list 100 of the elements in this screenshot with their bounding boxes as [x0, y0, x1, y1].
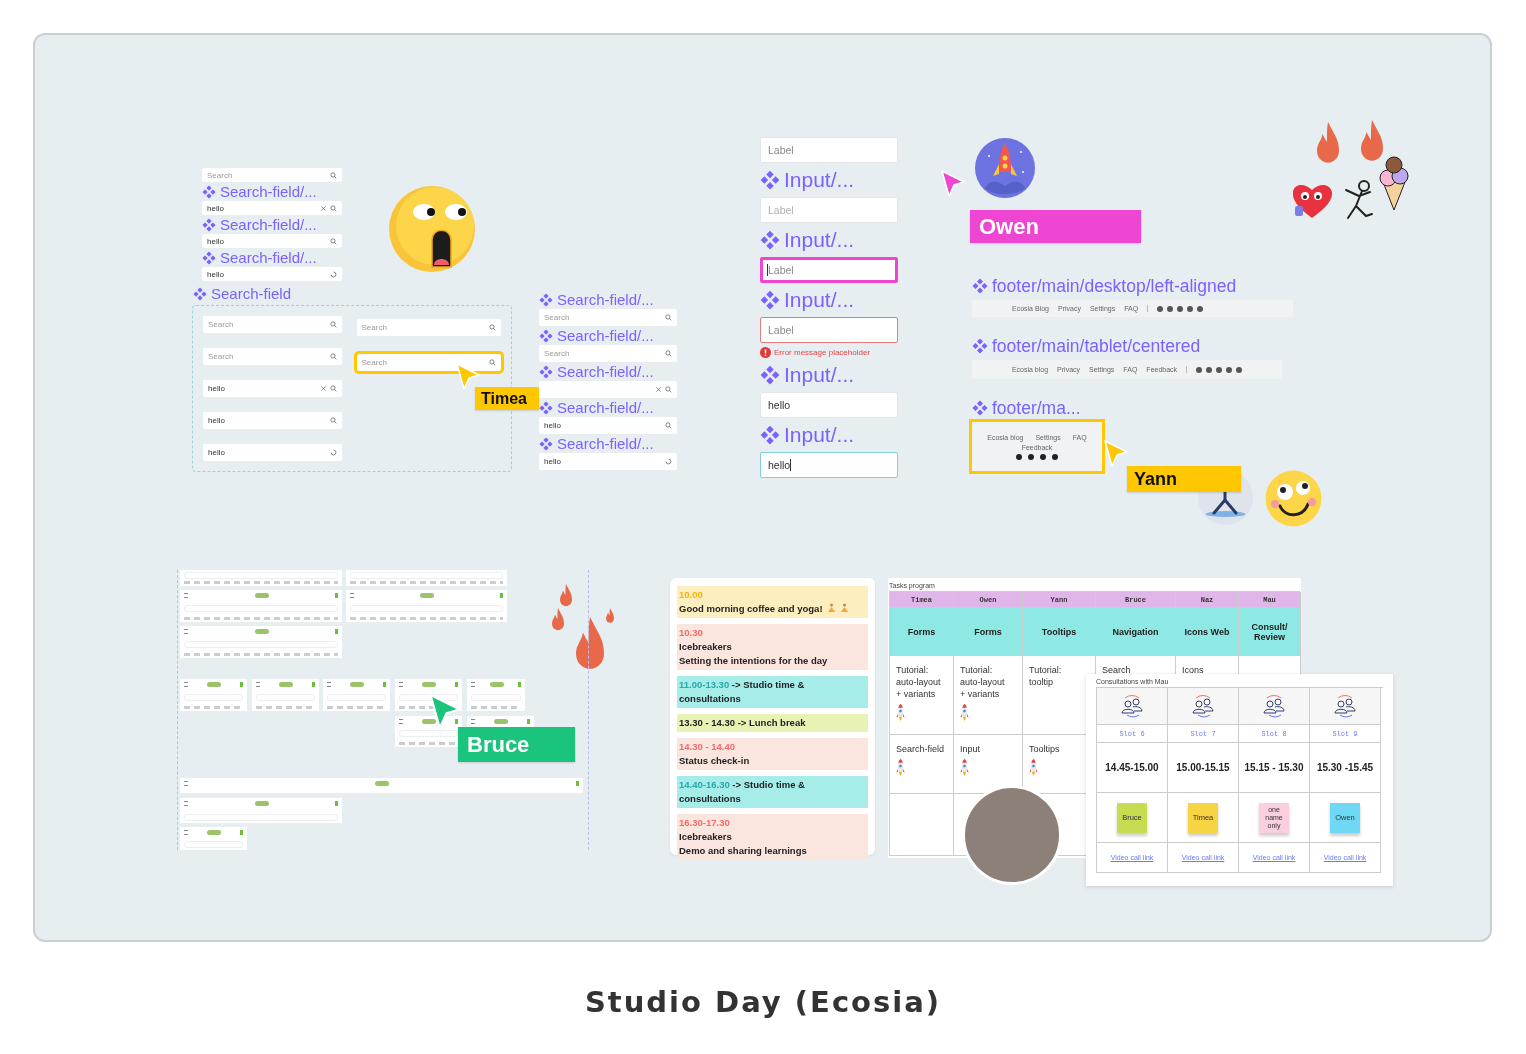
error-message: Error message placeholder — [774, 347, 871, 357]
input-field[interactable]: Label — [760, 257, 898, 283]
topic-cell: Tooltips — [1023, 608, 1096, 656]
search-icon — [329, 321, 337, 328]
schedule-text: Good morning coffee and yoga! — [679, 602, 866, 616]
input-field[interactable]: hello — [760, 452, 898, 478]
search-icon — [329, 385, 337, 392]
smiling-face-icon — [1265, 470, 1322, 527]
component-name: Search-field/... — [557, 327, 654, 344]
search-icon — [329, 417, 337, 424]
component-name: Search-field/... — [220, 183, 317, 200]
component-icon — [193, 286, 207, 301]
header-mockup — [252, 679, 319, 711]
search-field[interactable]: Search — [539, 345, 677, 362]
component-icon — [760, 170, 780, 190]
time-label: 10.30 — [679, 626, 704, 640]
input-field[interactable]: Label — [760, 137, 898, 163]
component-icon — [760, 230, 780, 250]
people-icon — [1261, 694, 1287, 718]
people-icon — [1119, 694, 1145, 718]
header-mockup — [323, 679, 390, 711]
search-icon — [489, 324, 496, 331]
search-field[interactable]: hello — [203, 412, 342, 429]
search-icon — [330, 204, 337, 212]
error-icon — [760, 346, 771, 358]
component-name: Input/... — [784, 363, 855, 387]
header-mockup — [467, 679, 525, 711]
search-icon — [330, 171, 337, 179]
component-name: Input/... — [784, 168, 855, 192]
input-field[interactable]: Label — [760, 317, 898, 343]
meditation-icon — [839, 603, 849, 613]
component-name: Search-field/... — [220, 216, 317, 233]
cursor-name-tag: Timea — [475, 387, 539, 410]
input-field[interactable]: hello — [760, 392, 898, 418]
spinner-icon — [329, 449, 337, 456]
cursor-name-tag: Yann — [1127, 466, 1241, 492]
component-icon — [202, 250, 216, 265]
component-name: Search-field/... — [220, 249, 317, 266]
component-icon — [539, 328, 553, 343]
search-field[interactable] — [539, 381, 677, 398]
search-field[interactable]: Search — [356, 319, 501, 336]
component-name: footer/ma... — [992, 397, 1081, 419]
search-icon — [665, 386, 672, 393]
search-icon — [665, 350, 672, 357]
schedule-text: Status check-in — [679, 754, 751, 768]
component-name: Input/... — [784, 288, 855, 312]
component-icon — [539, 436, 553, 451]
spinner-icon — [330, 270, 337, 278]
component-name: Search-field — [211, 285, 292, 302]
search-field[interactable]: hello — [202, 201, 342, 215]
table-cell: Tutorial: auto-layout + variants — [890, 656, 954, 735]
search-field[interactable]: hello — [202, 267, 342, 281]
component-icon — [202, 217, 216, 232]
component-name: Input/... — [784, 423, 855, 447]
search-field[interactable]: Search — [539, 309, 677, 326]
component-name: Search-field/... — [557, 363, 654, 380]
search-field[interactable]: Search — [203, 348, 342, 365]
component-icon — [760, 365, 780, 385]
topic-cell: Navigation — [1096, 608, 1176, 656]
search-icon — [665, 314, 672, 321]
topic-cell: Forms — [954, 608, 1023, 656]
header-mockup — [180, 679, 247, 711]
search-field[interactable]: hello — [539, 417, 677, 434]
search-field[interactable]: hello — [203, 380, 342, 397]
cursor-name-tag: Bruce — [458, 727, 575, 762]
time-label: 10.00 — [679, 588, 704, 602]
component-icon — [972, 278, 988, 294]
cursor-name-tag: Owen — [970, 210, 1141, 243]
schedule-text: 14.40-16.30 -> Studio time & consultations — [679, 778, 806, 806]
component-icon — [539, 400, 553, 415]
component-name: Input/... — [784, 228, 855, 252]
search-field[interactable]: hello — [539, 453, 677, 470]
search-field[interactable]: Search — [203, 316, 342, 333]
search-field[interactable]: Search — [356, 354, 501, 371]
search-field[interactable]: hello — [202, 234, 342, 248]
search-field[interactable]: Search — [202, 168, 342, 182]
time-slot: 15.00-15.15 — [1176, 762, 1230, 773]
search-field[interactable]: hello — [203, 444, 342, 461]
search-icon — [489, 359, 496, 366]
spinner-icon — [665, 458, 672, 465]
schedule-text: 13.30 - 14.30 -> Lunch break — [679, 716, 807, 730]
clear-icon — [319, 385, 327, 392]
schedule-text: 11.00-13.30 -> Studio time & consultations — [679, 678, 806, 706]
time-label: 16.30-17.30 — [679, 816, 731, 830]
shocked-face-emoji-icon — [388, 185, 476, 273]
search-icon — [665, 422, 672, 429]
topic-cell: Consult/ Review — [1239, 608, 1301, 656]
component-icon — [539, 364, 553, 379]
schedule-text: Demo and sharing learnings — [679, 844, 808, 858]
component-name: footer/main/desktop/left-aligned — [992, 275, 1237, 297]
rocket-avatar-icon — [975, 138, 1035, 200]
component-icon — [539, 292, 553, 307]
table-cell: Tutorial: auto-layout + variants — [954, 656, 1023, 735]
component-icon — [972, 338, 988, 354]
clear-icon — [320, 204, 327, 212]
header-mockup — [180, 827, 247, 850]
component-name: Search-field/... — [557, 291, 654, 308]
time-slot: 14.45-15.00 — [1105, 762, 1159, 773]
table-cell: Search-field — [890, 735, 954, 794]
time-label: 14.30 - 14.40 — [679, 740, 736, 754]
